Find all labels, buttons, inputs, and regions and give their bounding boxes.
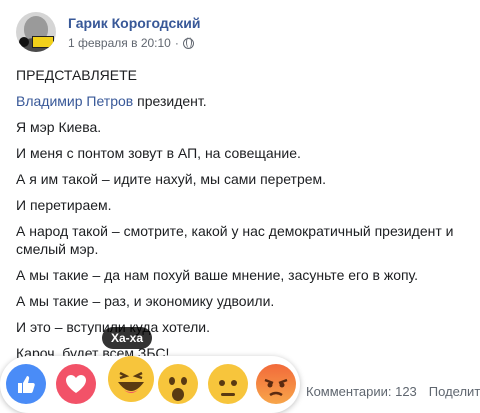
angry-face	[264, 378, 288, 397]
post-header: Гарик Корогодский 1 февраля в 20:10 ·	[16, 12, 476, 56]
post-line: Я мэр Киева.	[16, 119, 102, 135]
like-icon[interactable]	[6, 364, 46, 404]
post-line: А мы такие – да нам похуй ваше мнение, з…	[16, 267, 419, 283]
author-avatar[interactable]	[16, 12, 56, 52]
wow-eye-left	[169, 377, 175, 385]
sad-mouth	[221, 393, 235, 396]
comments-count-link[interactable]: Комментарии: 123	[306, 384, 417, 399]
wow-eye-right	[181, 377, 187, 385]
wow-icon[interactable]	[158, 364, 198, 404]
post-line: И меня с понтом зовут в АП, на совещание…	[16, 145, 301, 161]
post-line: А мы такие – раз, и экономику удвоили.	[16, 293, 275, 309]
post-stats: Комментарии: 123 Поделиться	[306, 384, 480, 399]
sad-eye-left	[219, 380, 225, 386]
wow-mouth	[172, 388, 184, 401]
post-line: ПРЕДСТАВЛЯЕТЕ	[16, 67, 137, 83]
haha-face	[118, 371, 144, 393]
post-line: А народ такой – смотрите, какой у нас де…	[16, 223, 454, 257]
share-link[interactable]: Поделиться	[429, 384, 480, 399]
post-date[interactable]: 1 февраля в 20:10	[68, 36, 171, 50]
post-line: И это – вступили куда хотели.	[16, 319, 210, 335]
meta-separator: ·	[174, 36, 179, 50]
sad-icon[interactable]	[208, 364, 248, 404]
post-line: И перетираем.	[16, 197, 112, 213]
sad-eye-right	[231, 380, 237, 386]
post-text: ПРЕДСТАВЛЯЕТЕ Владимир Петров президент.…	[16, 66, 478, 370]
avatar-badge-dot	[19, 37, 29, 47]
post-meta: 1 февраля в 20:10 ·	[68, 36, 194, 50]
reaction-tooltip: Ха-ха	[102, 327, 153, 349]
love-icon[interactable]	[56, 364, 96, 404]
mention-link[interactable]: Владимир Петров	[16, 93, 133, 109]
globe-icon[interactable]	[182, 37, 194, 49]
author-name[interactable]: Гарик Корогодский	[68, 15, 201, 31]
post-line-text: президент.	[133, 93, 207, 109]
post-line: А я им такой – идите нахуй, мы сами пере…	[16, 171, 327, 187]
angry-icon[interactable]	[256, 364, 296, 404]
haha-icon[interactable]	[108, 356, 154, 402]
thumb-up-glyph	[6, 364, 46, 404]
post-line: Владимир Петров президент.	[16, 92, 478, 110]
heart-glyph	[56, 364, 96, 404]
avatar-badge	[32, 36, 54, 48]
